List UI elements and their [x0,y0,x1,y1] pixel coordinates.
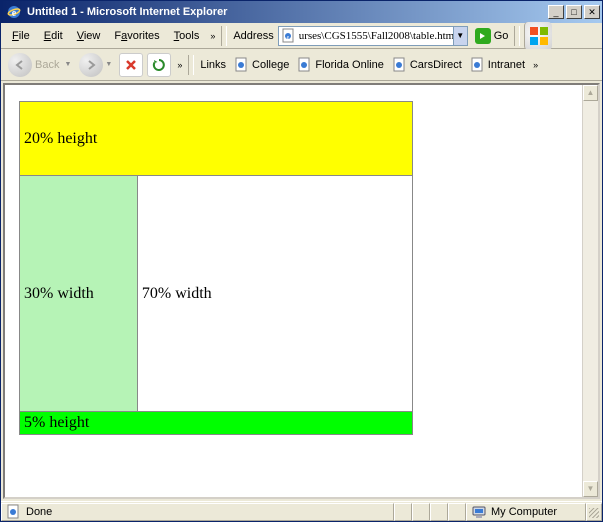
scroll-down-icon[interactable]: ▼ [583,481,598,497]
back-label: Back [32,59,62,71]
security-zone: My Computer [466,503,586,521]
cell-top: 20% height [20,102,413,176]
refresh-button[interactable] [147,53,171,77]
link-carsdirect[interactable]: CarsDirect [388,57,466,73]
link-label: CarsDirect [410,59,462,71]
toolbar-grip-2[interactable] [514,26,520,46]
cell-bottom: 5% height [20,412,413,435]
status-label: Done [26,506,52,518]
page-icon: e [281,28,297,44]
statusbar: Done My Computer [1,501,602,521]
scroll-up-icon[interactable]: ▲ [583,85,598,101]
titlebar: e Untitled 1 - Microsoft Internet Explor… [1,1,602,23]
ie-logo [524,22,552,50]
computer-icon [471,504,487,520]
back-icon [8,53,32,77]
status-pane-4 [448,503,466,521]
minimize-button[interactable]: _ [548,5,564,19]
maximize-button[interactable]: □ [566,5,582,19]
menu-edit[interactable]: Edit [37,27,70,45]
scroll-track[interactable] [583,101,598,481]
menu-tools[interactable]: Tools [167,27,207,45]
cell-left: 30% width [20,176,138,412]
status-text: Done [1,503,394,521]
back-button[interactable]: Back ▼ [5,52,76,78]
address-label: Address [229,30,277,42]
menubar: File Edit View Favorites Tools » Address… [1,23,602,49]
go-button[interactable]: Go [471,26,513,46]
window-title: Untitled 1 - Microsoft Internet Explorer [25,6,546,18]
go-arrow-icon [475,28,491,44]
zone-label: My Computer [491,506,557,518]
page-icon [6,504,22,520]
browser-window: e Untitled 1 - Microsoft Internet Explor… [0,0,603,522]
menu-view[interactable]: View [70,27,108,45]
forward-dropdown-icon[interactable]: ▼ [103,61,114,68]
status-pane-2 [412,503,430,521]
page-icon [234,57,250,73]
svg-text:e: e [286,35,289,41]
resize-grip[interactable] [586,503,602,521]
svg-text:e: e [12,8,17,19]
address-bar[interactable]: e ▼ [278,26,468,46]
forward-icon [79,53,103,77]
menu-overflow-icon[interactable]: » [206,31,219,41]
link-label: Florida Online [315,59,383,71]
link-intranet[interactable]: Intranet [466,57,529,73]
link-label: Intranet [488,59,525,71]
vertical-scrollbar[interactable]: ▲ ▼ [582,85,598,497]
link-florida-online[interactable]: Florida Online [293,57,387,73]
stop-button[interactable] [119,53,143,77]
status-pane-1 [394,503,412,521]
toolbar-grip[interactable] [221,26,227,46]
nav-toolbar: Back ▼ ▼ » Links College Florida Online [1,49,602,81]
status-pane-3 [430,503,448,521]
menu-file[interactable]: File [5,27,37,45]
address-input[interactable] [299,30,453,42]
links-overflow-icon[interactable]: » [529,60,542,70]
toolbar-overflow-icon[interactable]: » [173,60,186,70]
link-label: College [252,59,289,71]
menu-favorites[interactable]: Favorites [107,27,166,45]
window-buttons: _ □ ✕ [546,5,600,19]
links-label: Links [196,59,230,71]
address-dropdown-icon[interactable]: ▼ [453,27,467,45]
forward-button[interactable]: ▼ [76,52,117,78]
page-body: 20% height 30% width 70% width 5% height [5,85,582,497]
toolbar-grip-3[interactable] [188,55,194,75]
page-icon [470,57,486,73]
cell-right: 70% width [137,176,412,412]
demo-table: 20% height 30% width 70% width 5% height [19,101,413,435]
ie-icon: e [6,4,22,20]
page-icon [297,57,313,73]
page-icon [392,57,408,73]
go-label: Go [494,30,509,42]
back-dropdown-icon[interactable]: ▼ [62,61,73,68]
content-area: 20% height 30% width 70% width 5% height… [3,83,600,499]
close-button[interactable]: ✕ [584,5,600,19]
link-college[interactable]: College [230,57,293,73]
